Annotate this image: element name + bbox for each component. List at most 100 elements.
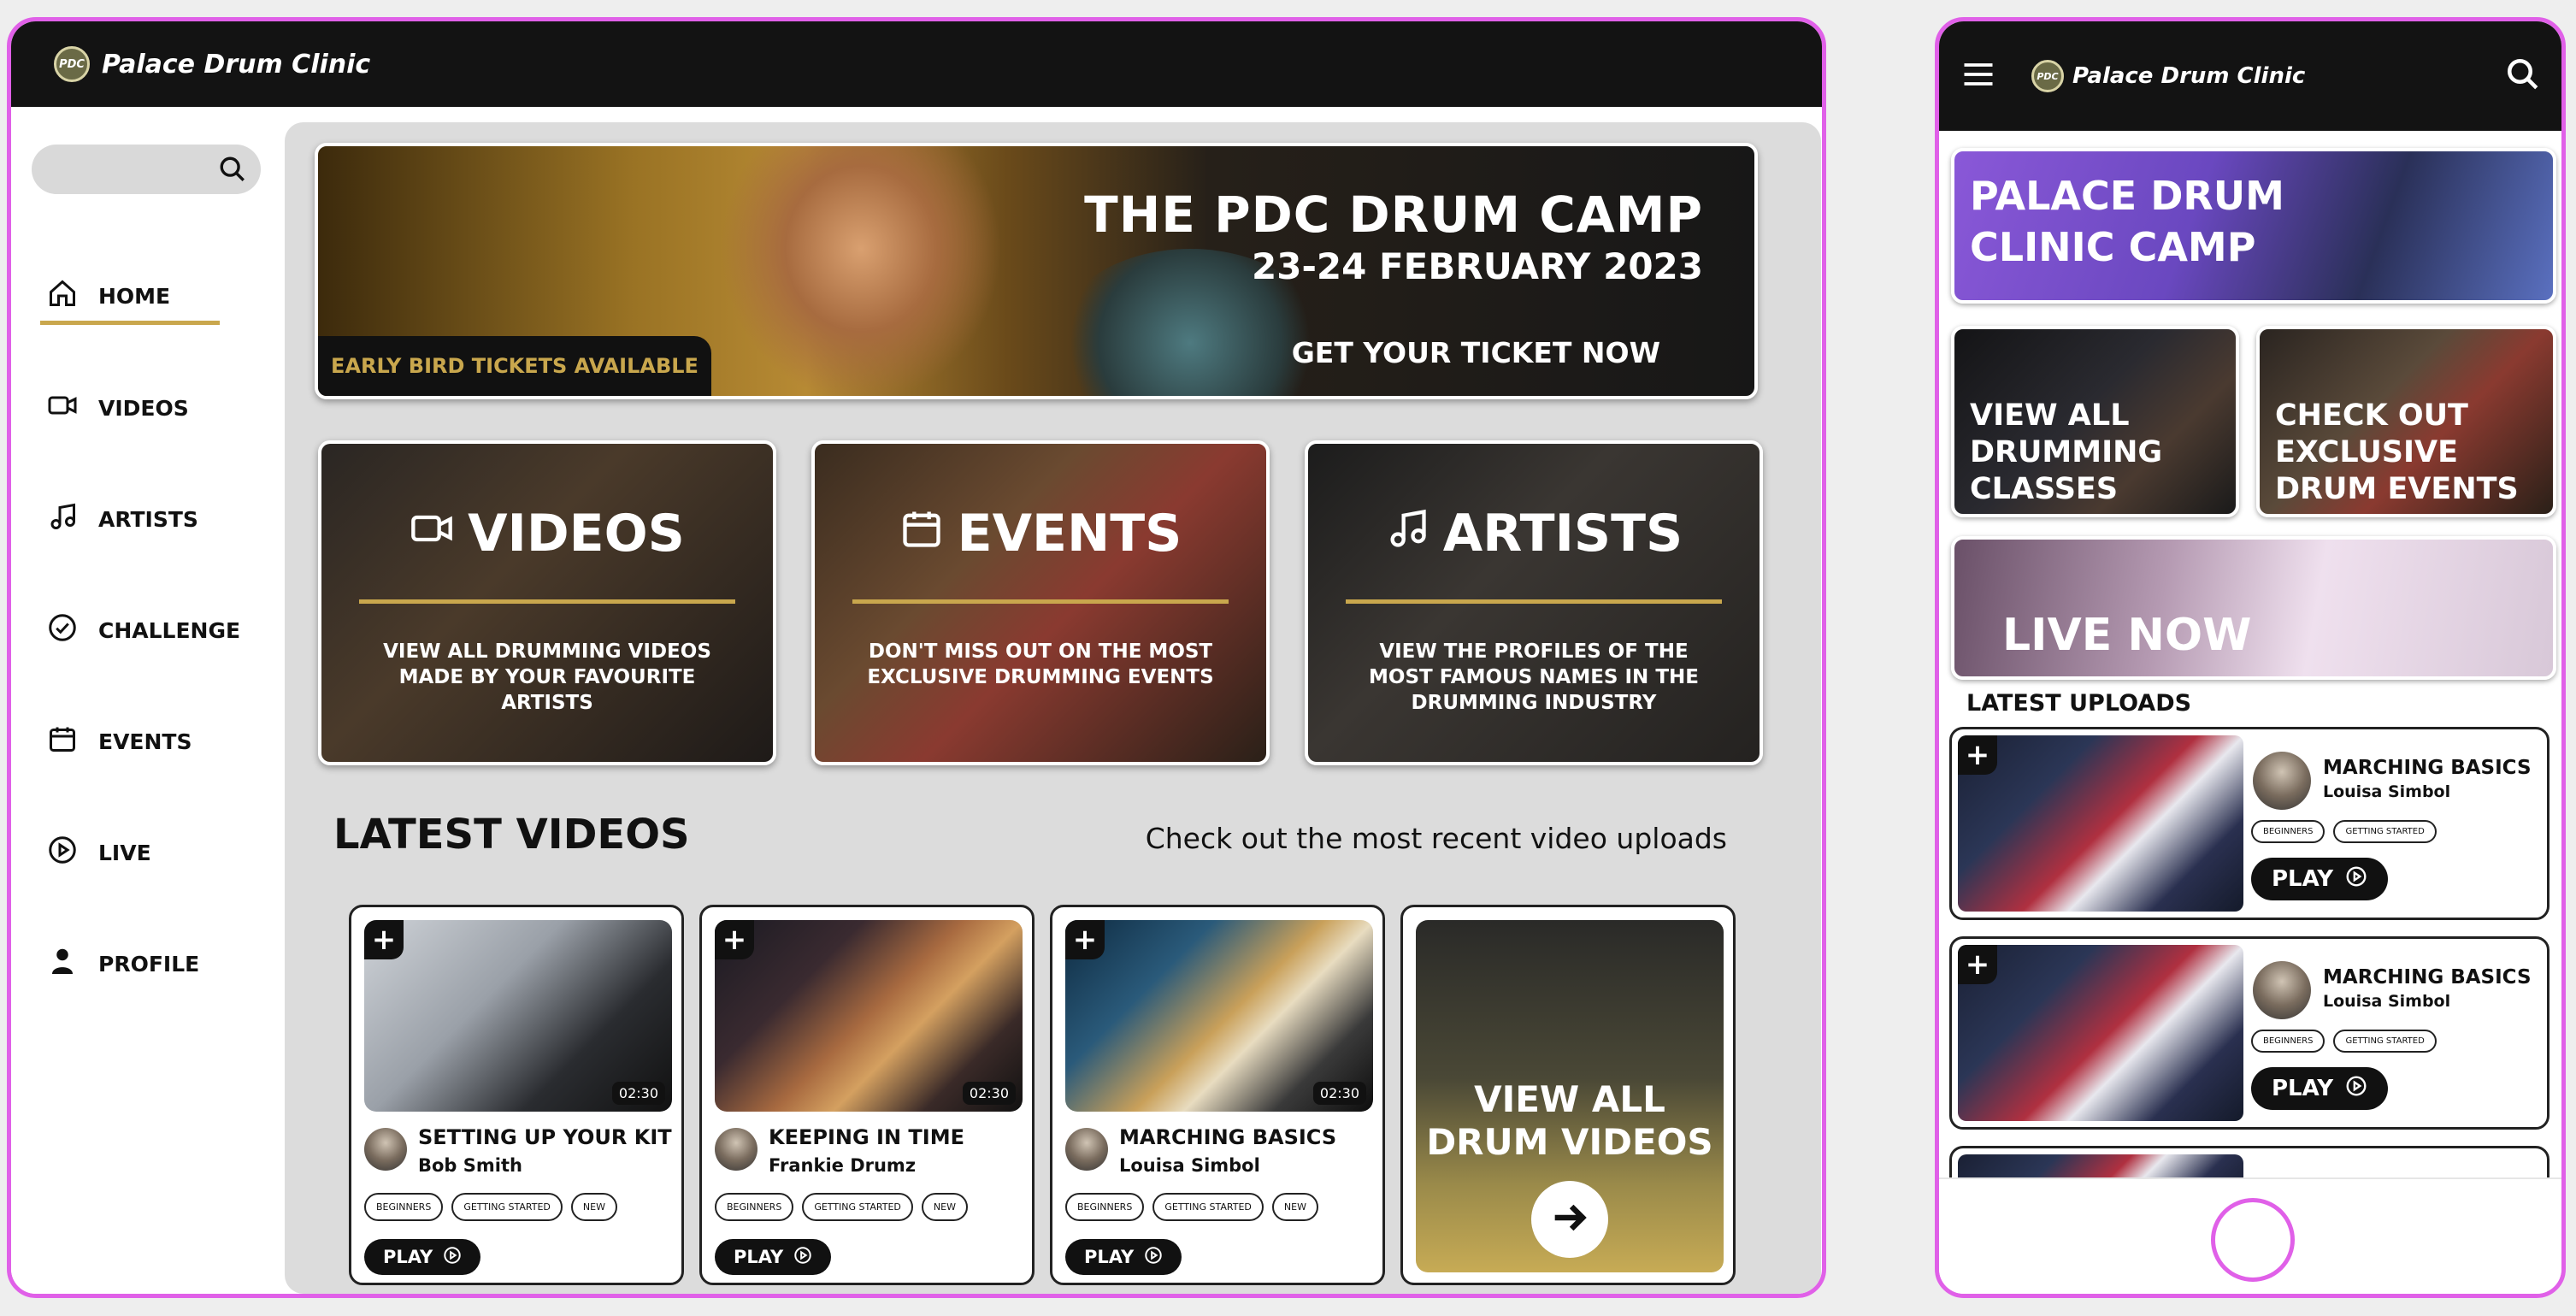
live-now-banner[interactable]: LIVE NOW (1951, 536, 2556, 680)
hero-image-drummer (720, 146, 1002, 396)
play-button[interactable]: PLAY (1065, 1239, 1182, 1275)
home-icon (47, 278, 78, 314)
play-circle-icon (2345, 1075, 2367, 1103)
sidebar-item-live[interactable]: LIVE (47, 827, 151, 878)
play-button[interactable]: PLAY (715, 1239, 832, 1275)
get-ticket-link[interactable]: GET YOUR TICKET NOW (1292, 336, 1660, 369)
video-card[interactable]: + 02:30 MARCHING BASICS Louisa Simbol BE… (1050, 905, 1385, 1285)
tag-list: BEGINNERS GETTING STARTED NEW (364, 1193, 617, 1221)
video-card[interactable]: + 02:30 KEEPING IN TIME Frankie Drumz BE… (699, 905, 1035, 1285)
tag-chip[interactable]: GETTING STARTED (2333, 820, 2437, 843)
add-to-list-button[interactable]: + (715, 920, 754, 959)
play-circle-icon (793, 1246, 812, 1269)
tag-chip[interactable]: BEGINNERS (364, 1193, 444, 1221)
tag-chip[interactable]: BEGINNERS (1065, 1193, 1145, 1221)
video-title: SETTING UP YOUR KIT (418, 1125, 672, 1149)
category-title: EVENTS (815, 504, 1266, 564)
divider (852, 599, 1229, 604)
duration-badge: 02:30 (1312, 1082, 1366, 1105)
category-title: VIDEOS (321, 504, 773, 564)
tile-line: DRUM EVENTS (2275, 472, 2519, 506)
hero-title-line: PALACE DRUM (1970, 173, 2284, 219)
top-bar: PDC Palace Drum Clinic (11, 21, 1822, 107)
video-thumbnail[interactable]: + 02:30 (715, 920, 1023, 1112)
person-icon (47, 946, 78, 982)
sidebar-item-home[interactable]: HOME (47, 270, 170, 322)
logo[interactable]: PDC (2031, 60, 2064, 92)
divider (359, 599, 735, 604)
sidebar-item-challenge[interactable]: CHALLENGE (47, 605, 240, 656)
tag-chip[interactable]: BEGINNERS (2251, 820, 2325, 843)
hero-banner[interactable]: THE PDC DRUM CAMP 23-24 FEBRUARY 2023 GE… (315, 143, 1758, 399)
category-card-artists[interactable]: ARTISTS VIEW THE PROFILES OF THE MOST FA… (1305, 440, 1763, 765)
tag-chip[interactable]: BEGINNERS (2251, 1030, 2325, 1053)
video-thumbnail[interactable]: + 02:30 (364, 920, 672, 1112)
calendar-icon (47, 723, 78, 759)
add-to-list-button[interactable]: + (1958, 735, 1997, 775)
sidebar-item-videos[interactable]: VIDEOS (47, 382, 189, 434)
logo[interactable]: PDC (54, 46, 90, 82)
brand-name: Palace Drum Clinic (102, 49, 371, 80)
sidebar-item-label: EVENTS (98, 729, 192, 754)
tag-list: BEGINNERS GETTING STARTED (2251, 820, 2437, 843)
play-button[interactable]: PLAY (2251, 1067, 2389, 1110)
early-bird-badge: EARLY BIRD TICKETS AVAILABLE (318, 336, 711, 396)
add-to-list-button[interactable]: + (1065, 920, 1105, 959)
category-card-events[interactable]: EVENTS DON'T MISS OUT ON THE MOST EXCLUS… (811, 440, 1270, 765)
brand-name: Palace Drum Clinic (2072, 63, 2306, 89)
calendar-icon (899, 504, 944, 564)
upload-card[interactable]: + MARCHING BASICS Louisa Simbol BEGINNER… (1949, 727, 2549, 920)
latest-videos-subtitle: Check out the most recent video uploads (1145, 822, 1727, 855)
tag-chip[interactable]: GETTING STARTED (2333, 1030, 2437, 1053)
play-button[interactable]: PLAY (2251, 858, 2389, 900)
mobile-hero-banner[interactable]: PALACE DRUM CLINIC CAMP (1951, 148, 2556, 304)
hero-date: 23-24 FEBRUARY 2023 (1252, 245, 1703, 287)
sidebar-item-events[interactable]: EVENTS (47, 716, 192, 767)
view-all-line: VIEW ALL (1474, 1078, 1665, 1120)
play-label: PLAY (734, 1247, 784, 1267)
play-circle-icon (1144, 1246, 1163, 1269)
add-to-list-button[interactable]: + (364, 920, 404, 959)
tag-chip[interactable]: GETTING STARTED (802, 1193, 913, 1221)
video-card[interactable]: + 02:30 SETTING UP YOUR KIT Bob Smith BE… (349, 905, 684, 1285)
tile-text: VIEW ALL DRUMMING CLASSES (1970, 398, 2162, 508)
home-button[interactable] (2211, 1198, 2295, 1282)
video-thumbnail[interactable]: + (1958, 945, 2243, 1121)
latest-uploads-heading: LATEST UPLOADS (1966, 690, 2192, 717)
add-to-list-button[interactable]: + (1958, 945, 1997, 984)
hamburger-menu-icon[interactable] (1960, 56, 1997, 97)
play-button[interactable]: PLAY (364, 1239, 481, 1275)
play-label: PLAY (1084, 1247, 1135, 1267)
video-thumbnail[interactable]: + (1958, 735, 2243, 912)
tag-chip[interactable]: NEW (921, 1193, 968, 1221)
play-label: PLAY (2272, 1076, 2334, 1101)
duration-badge: 02:30 (611, 1082, 665, 1105)
video-artist: Louisa Simbol (1119, 1155, 1260, 1176)
category-card-videos[interactable]: VIDEOS VIEW ALL DRUMMING VIDEOS MADE BY … (318, 440, 776, 765)
divider (1346, 599, 1722, 604)
search-icon[interactable] (2505, 56, 2541, 96)
tag-chip[interactable]: GETTING STARTED (451, 1193, 563, 1221)
tag-chip[interactable]: NEW (1271, 1193, 1318, 1221)
category-title: ARTISTS (1308, 504, 1760, 564)
tag-chip[interactable]: GETTING STARTED (1152, 1193, 1264, 1221)
search-input[interactable] (32, 145, 261, 194)
tile-line: EXCLUSIVE (2275, 435, 2459, 469)
tag-chip[interactable]: NEW (570, 1193, 617, 1221)
sidebar-item-artists[interactable]: ARTISTS (47, 493, 198, 545)
view-all-videos-card[interactable]: VIEW ALL DRUM VIDEOS (1400, 905, 1736, 1285)
category-title-text: ARTISTS (1442, 504, 1683, 564)
category-title-text: VIDEOS (468, 504, 685, 564)
video-thumbnail[interactable]: + 02:30 (1065, 920, 1373, 1112)
drum-events-tile[interactable]: CHECK OUT EXCLUSIVE DRUM EVENTS (2256, 326, 2556, 517)
tag-list: BEGINNERS GETTING STARTED NEW (1065, 1193, 1318, 1221)
upload-card[interactable]: + MARCHING BASICS Louisa Simbol BEGINNER… (1949, 936, 2549, 1130)
search-icon[interactable] (218, 155, 247, 187)
video-artist: Bob Smith (418, 1155, 522, 1176)
tag-chip[interactable]: BEGINNERS (715, 1193, 794, 1221)
view-all-button[interactable] (1531, 1181, 1608, 1258)
drumming-classes-tile[interactable]: VIEW ALL DRUMMING CLASSES (1951, 326, 2239, 517)
category-description: VIEW THE PROFILES OF THE MOST FAMOUS NAM… (1369, 640, 1699, 714)
sidebar-item-profile[interactable]: PROFILE (47, 938, 199, 989)
video-title: MARCHING BASICS (2323, 757, 2532, 779)
